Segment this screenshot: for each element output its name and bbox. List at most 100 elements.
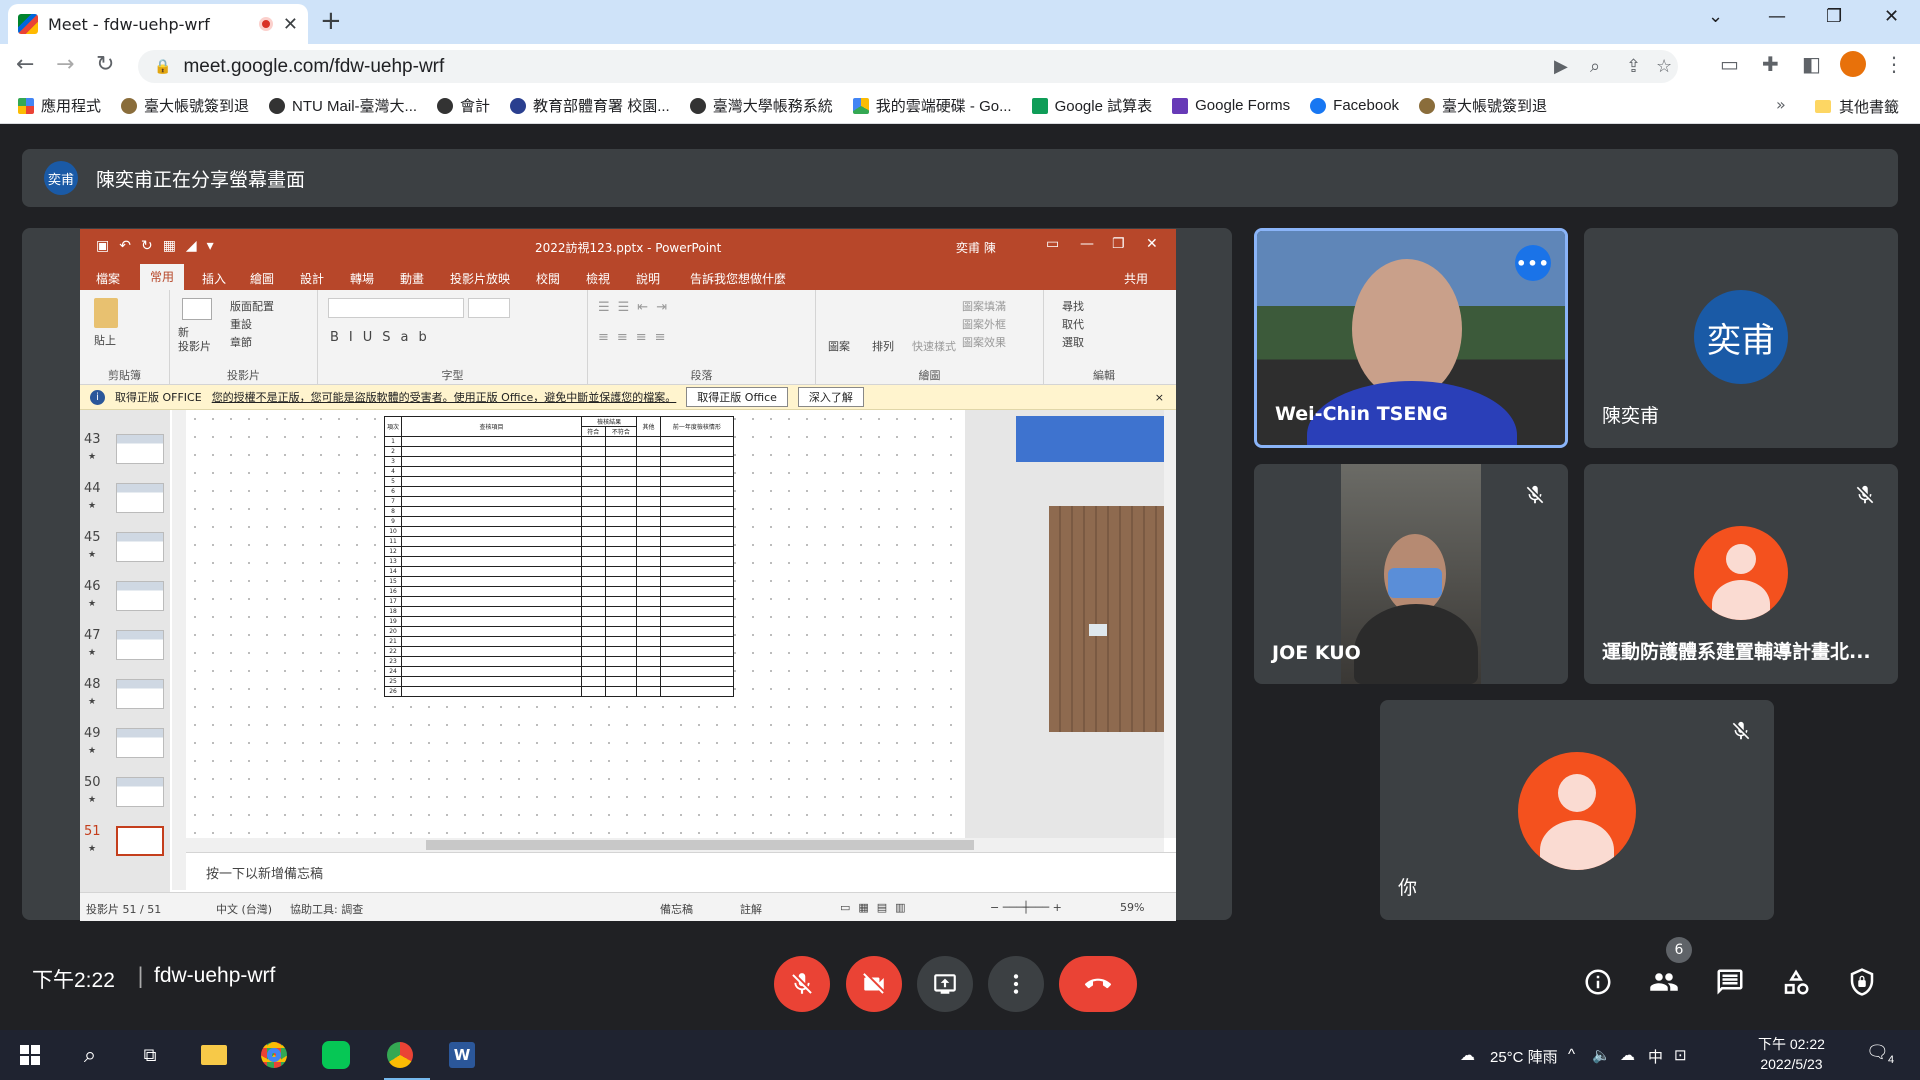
bookmark-item[interactable]: 臺大帳號簽到退 [1419,95,1547,116]
address-bar[interactable]: 🔒 meet.google.com/fdw-uehp-wrf ▶ ⌕ ⇪ ☆ [138,50,1678,83]
tab-search-chevron-icon[interactable]: ⌄ [1708,6,1723,27]
bookmark-item[interactable]: Google Forms [1172,97,1290,114]
share-icon[interactable]: ⇪ [1626,56,1641,77]
browser-title-bar: Meet - fdw-uehp-wrf ✕ + ⌄ — ❐ ✕ [0,0,1920,44]
participant-tile-wei-chin[interactable]: ••• Wei-Chin TSENG [1254,228,1568,448]
table-cell [636,646,661,657]
cast-icon[interactable]: ▭ [1720,52,1739,76]
microphone-toggle-button[interactable] [774,956,830,1012]
present-now-button[interactable] [917,956,973,1012]
side-panel-icon[interactable]: ◧ [1802,52,1821,76]
table-cell [401,586,583,597]
participant-tile-chen[interactable]: 奕甫 陳奕甫 [1584,228,1898,448]
table-cell [581,456,606,467]
participants-button[interactable] [1644,962,1684,1002]
bookmark-item[interactable]: Facebook [1310,97,1399,114]
chrome-icon[interactable] [258,1039,290,1071]
search-icon[interactable]: ⌕ [74,1039,106,1071]
bookmark-star-icon[interactable]: ☆ [1656,56,1672,77]
globe-icon [269,97,286,114]
separator: | [137,964,145,988]
table-cell [401,496,583,507]
windows-start-icon[interactable] [14,1039,46,1071]
profile-avatar[interactable] [1840,51,1866,77]
chat-icon [1717,969,1743,995]
table-header-cell: 查核項目 [401,416,583,437]
leave-call-button[interactable] [1059,956,1137,1012]
browser-tab-meet[interactable]: Meet - fdw-uehp-wrf ✕ [8,4,308,44]
bookmark-item[interactable]: 臺灣大學帳務系統 [689,95,833,116]
close-window-button[interactable]: ✕ [1884,6,1899,27]
task-view-icon[interactable]: ⧉ [134,1039,166,1071]
table-header-cell: 前一年度檢核情形 [659,416,735,437]
clock-date: 2022/5/23 [1760,1056,1823,1072]
table-cell [636,476,661,487]
camera-in-use-icon[interactable]: ▶ [1554,56,1568,77]
meeting-details-button[interactable] [1578,962,1618,1002]
line-app-icon[interactable] [320,1039,352,1071]
action-center-icon[interactable]: 🗨 [1866,1042,1889,1063]
bookmark-item[interactable]: 臺大帳號簽到退 [121,95,249,116]
reload-icon[interactable]: ↻ [96,52,114,77]
host-controls-button[interactable] [1842,962,1882,1002]
slide-number: 48 [84,677,101,692]
extensions-puzzle-icon[interactable]: ✚ [1762,52,1779,76]
lock-icon[interactable]: 🔒 [154,59,171,75]
weather-cloud-icon[interactable]: ☁ [1460,1046,1475,1064]
recording-indicator-icon [258,17,273,31]
chrome-profile-icon[interactable] [384,1039,416,1071]
tray-overflow-icon[interactable]: ^ [1568,1046,1575,1063]
row-number: 10 [383,526,403,537]
minimize-button[interactable]: — [1768,6,1786,27]
ppt-group-drawing: 圖案 排列 快速樣式 圖案填滿 圖案外框 圖案效果 繪圖 [816,290,1044,385]
activities-button[interactable] [1776,962,1816,1002]
muted-mic-icon [1850,480,1880,510]
forward-arrow-icon[interactable]: → [56,52,74,77]
system-clock[interactable]: 下午 02:22 2022/5/23 [1758,1034,1825,1074]
learn-more-button: 深入了解 [797,387,864,407]
bookmark-item[interactable]: 會計 [437,95,490,116]
ppt-tab-help: 說明 [636,272,661,286]
onedrive-icon[interactable]: ☁ [1620,1046,1635,1064]
camera-toggle-button[interactable] [846,956,902,1012]
new-tab-button[interactable]: + [320,6,342,36]
table-cell [581,686,606,697]
participant-tile-joe-kuo[interactable]: JOE KUO [1254,464,1568,684]
row-number: 4 [383,466,403,477]
slide-thumbnail-image [116,826,164,856]
file-explorer-icon[interactable] [198,1039,230,1071]
bookmark-label: 臺大帳號簽到退 [144,98,250,115]
participant-avatar [1694,526,1788,620]
bookmark-label: 臺灣大學帳務系統 [712,98,833,115]
table-cell [581,626,606,637]
chrome-menu-icon[interactable]: ⋮ [1884,52,1904,76]
participant-tile-you[interactable]: 你 [1380,700,1774,920]
bookmark-item[interactable]: 我的雲端硬碟 - Go... [852,95,1012,116]
chat-button[interactable] [1710,962,1750,1002]
zoom-icon[interactable]: ⌕ [1590,56,1600,77]
bookmark-item[interactable]: 教育部體育署 校園... [510,95,670,116]
back-arrow-icon[interactable]: ← [16,52,34,77]
participant-tile-sports-program[interactable]: 運動防護體系建置輔導計畫北... [1584,464,1898,684]
volume-icon[interactable]: 🔈 [1592,1046,1611,1064]
table-cell [401,526,583,537]
weather-status[interactable]: 25°C 陣雨 [1490,1046,1558,1067]
table-row: 10 [383,526,735,537]
ppt-menu-tabs: 檔案 常用 插入 繪圖 設計 轉場 動畫 投影片放映 校閱 檢視 說明 告訴我您… [80,264,1176,290]
table-row: 9 [383,516,735,527]
default-avatar-head [1558,774,1596,812]
other-bookmarks[interactable]: 其他書籤 [1815,96,1899,117]
ppt-user-name: 奕甫 陳 [956,241,996,255]
bookmark-item[interactable]: 應用程式 [18,95,101,116]
bookmarks-overflow-button[interactable]: » [1776,95,1786,114]
word-icon[interactable]: W [446,1039,478,1071]
ime-indicator[interactable]: 中 [1648,1046,1663,1067]
ime-mode-icon[interactable]: ⊡ [1674,1046,1687,1064]
bookmark-item[interactable]: Google 試算表 [1031,95,1152,116]
more-options-button[interactable] [988,956,1044,1012]
table-row: 15 [383,576,735,587]
close-tab-icon[interactable]: ✕ [283,14,298,35]
bookmark-item[interactable]: NTU Mail-臺灣大... [269,95,417,116]
maximize-button[interactable]: ❐ [1826,6,1842,27]
more-options-button[interactable]: ••• [1515,245,1551,281]
